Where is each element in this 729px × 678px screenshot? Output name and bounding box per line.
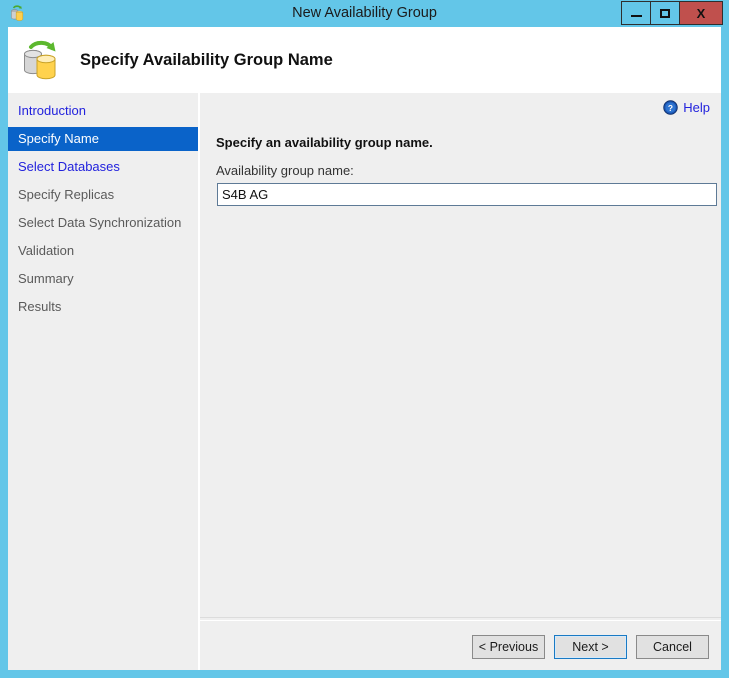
sidebar-item-introduction[interactable]: Introduction xyxy=(8,99,198,123)
footer-divider xyxy=(200,620,721,621)
help-question-icon: ? xyxy=(663,100,678,115)
footer-buttons: < Previous Next > Cancel xyxy=(472,635,709,659)
sidebar-item-specify-replicas[interactable]: Specify Replicas xyxy=(8,183,198,207)
section-heading: Specify an availability group name. xyxy=(216,135,433,150)
next-button[interactable]: Next > xyxy=(554,635,627,659)
close-button[interactable]: X xyxy=(679,1,723,25)
window-controls: X xyxy=(621,1,723,25)
sidebar-item-validation[interactable]: Validation xyxy=(8,239,198,263)
svg-text:?: ? xyxy=(668,103,673,113)
maximize-icon xyxy=(660,8,670,18)
minimize-icon xyxy=(630,14,642,17)
cancel-button[interactable]: Cancel xyxy=(636,635,709,659)
page-title: Specify Availability Group Name xyxy=(80,51,333,69)
title-bar: New Availability Group X xyxy=(0,0,729,27)
sidebar-item-select-data-synchronization[interactable]: Select Data Synchronization xyxy=(8,211,198,235)
sidebar-item-results[interactable]: Results xyxy=(8,295,198,319)
minimize-button[interactable] xyxy=(621,1,651,25)
content-pane: ? Help Specify an availability group nam… xyxy=(200,93,721,670)
previous-button[interactable]: < Previous xyxy=(472,635,545,659)
help-link[interactable]: ? Help xyxy=(663,100,710,115)
wizard-steps-sidebar: Introduction Specify Name Select Databas… xyxy=(8,93,198,670)
help-label: Help xyxy=(683,100,710,115)
window-body: Introduction Specify Name Select Databas… xyxy=(8,93,721,670)
availability-group-name-input[interactable] xyxy=(217,183,717,206)
database-replication-icon xyxy=(24,40,56,80)
sidebar-item-specify-name[interactable]: Specify Name xyxy=(8,127,198,151)
window-title: New Availability Group xyxy=(292,5,437,21)
sidebar-item-select-databases[interactable]: Select Databases xyxy=(8,155,198,179)
page-header: Specify Availability Group Name xyxy=(8,27,721,93)
sidebar-item-summary[interactable]: Summary xyxy=(8,267,198,291)
availability-group-name-label: Availability group name: xyxy=(216,163,354,178)
new-availability-group-window: New Availability Group X Specify Availab… xyxy=(0,0,729,678)
footer-divider-shadow xyxy=(200,617,721,618)
maximize-button[interactable] xyxy=(650,1,680,25)
